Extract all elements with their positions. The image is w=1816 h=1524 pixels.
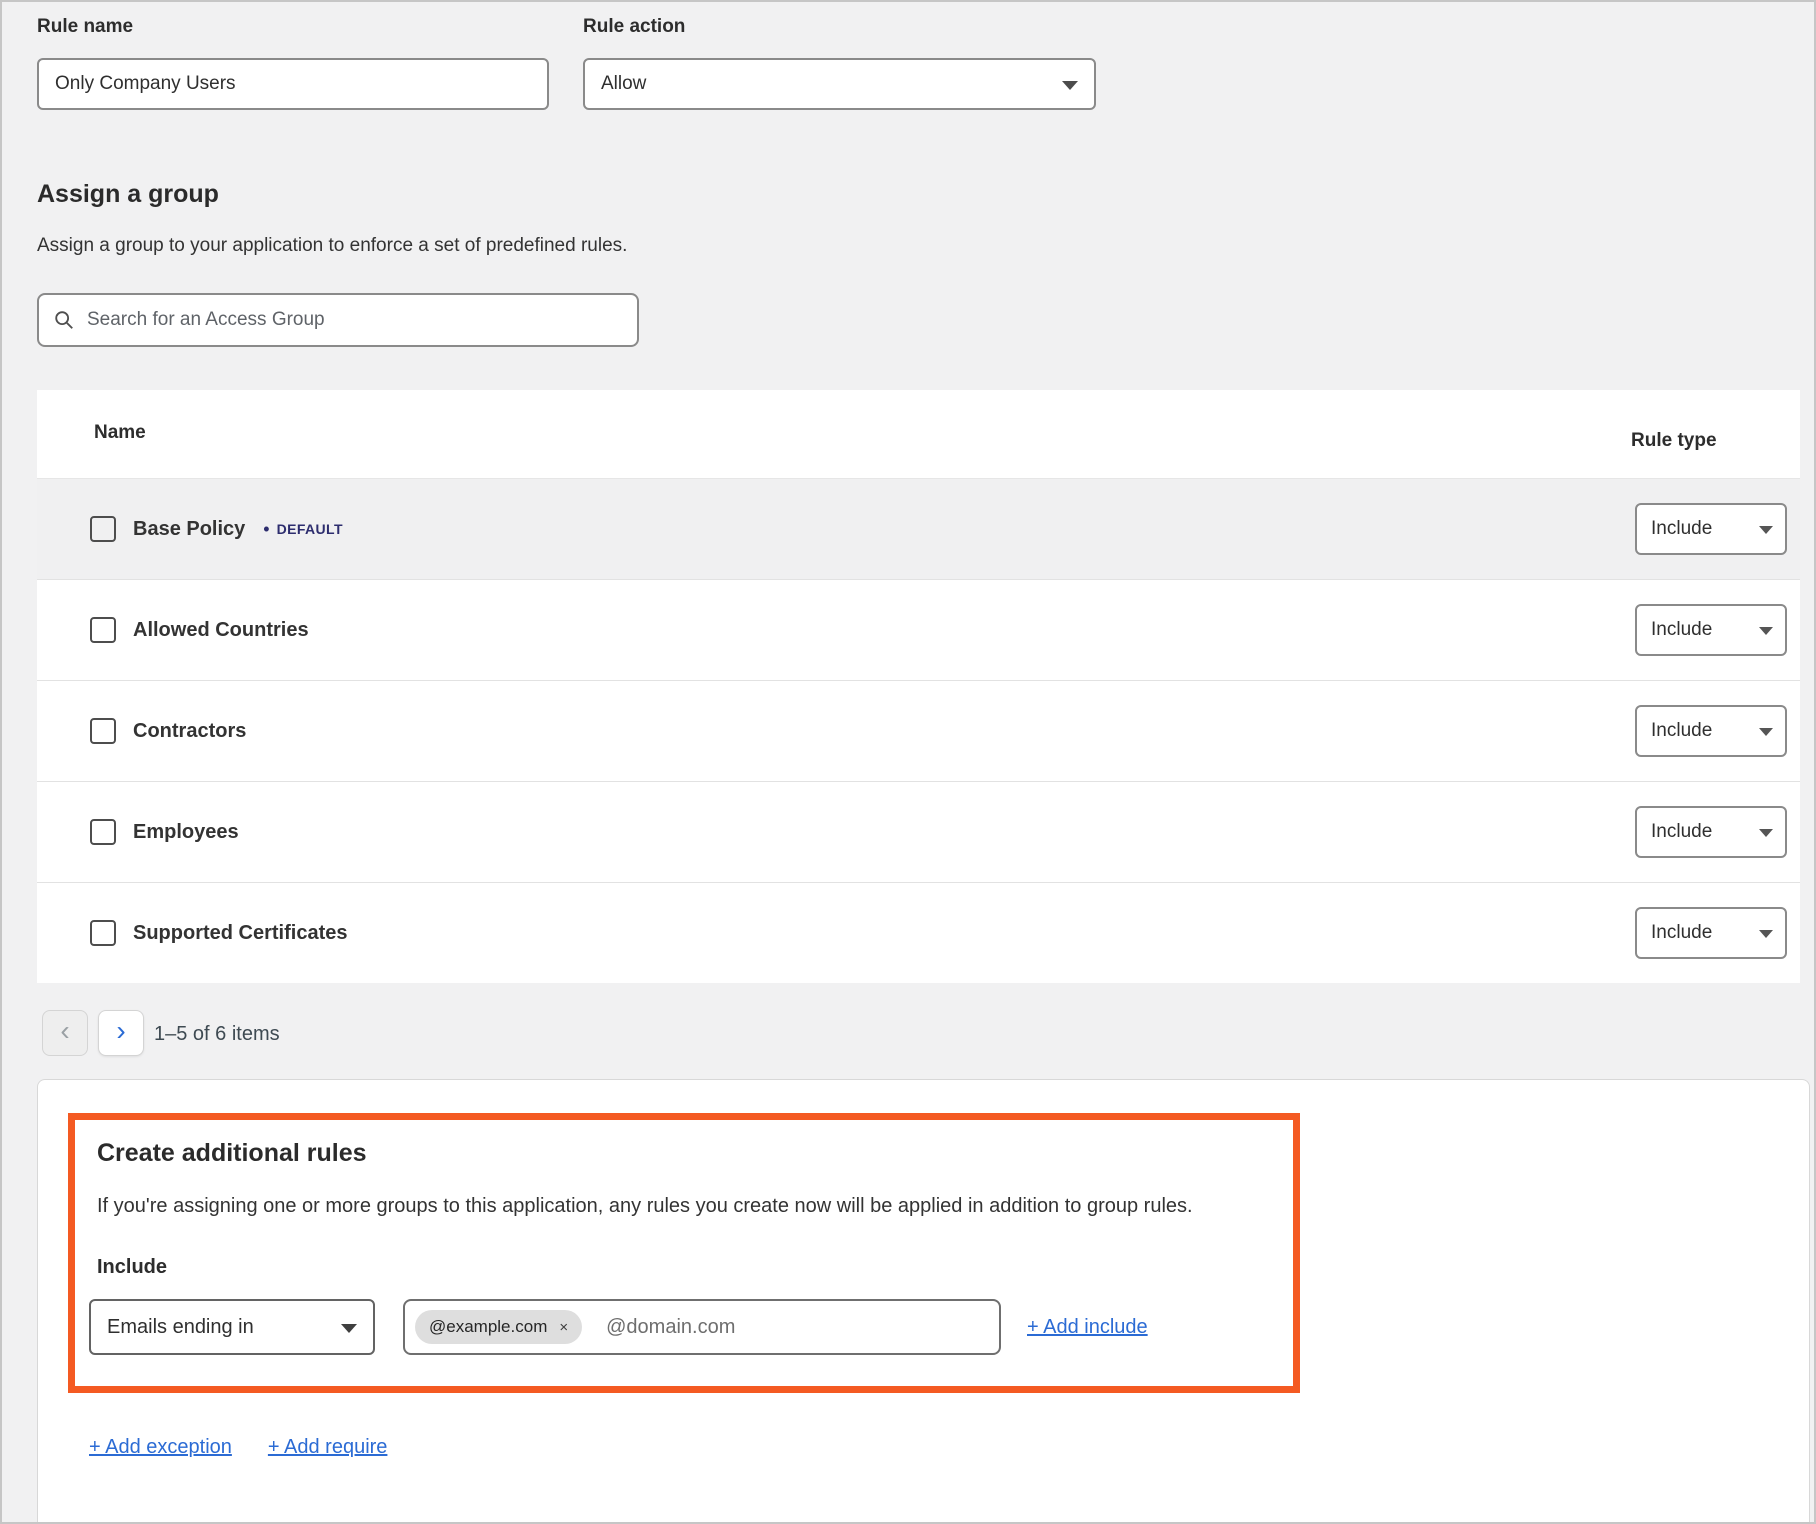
chevron-right-icon: › [116,1017,125,1045]
row-name: Allowed Countries [133,619,309,642]
rule-type-value: Include [1651,720,1712,742]
pagination-prev-button[interactable]: ‹ [42,1010,88,1056]
row-name: Employees [133,821,239,844]
group-table: Name Rule type Base Policy • DEFAULT Inc… [37,390,1800,983]
row-checkbox[interactable] [90,819,116,845]
rule-type-select[interactable]: Include [1635,907,1787,959]
chip-remove-icon[interactable]: × [559,1319,568,1336]
table-row: Allowed Countries Include [37,579,1800,680]
rule-type-select[interactable]: Include [1635,604,1787,656]
rule-type-select[interactable]: Include [1635,503,1787,555]
email-tag-value: @example.com [429,1317,547,1337]
table-row: Supported Certificates Include [37,882,1800,983]
rule-action-value: Allow [601,73,646,95]
email-input-placeholder: @domain.com [606,1316,735,1339]
access-group-search-input[interactable] [87,309,623,331]
column-header-rule-type: Rule type [1631,430,1717,452]
chevron-down-icon [1062,81,1078,90]
match-type-select[interactable]: Emails ending in [89,1299,375,1355]
create-additional-rules-heading: Create additional rules [97,1139,367,1168]
rule-action-label: Rule action [583,16,685,38]
default-badge: • DEFAULT [263,520,343,538]
badge-label: DEFAULT [277,521,343,537]
chevron-down-icon [341,1324,357,1333]
include-label: Include [97,1256,167,1279]
match-type-value: Emails ending in [107,1316,254,1339]
table-row: Base Policy • DEFAULT Include [37,478,1800,579]
chevron-down-icon [1759,829,1773,837]
row-checkbox[interactable] [90,920,116,946]
footer-links: + Add exception + Add require [89,1436,387,1459]
add-exception-link[interactable]: + Add exception [89,1436,232,1459]
row-checkbox[interactable] [90,718,116,744]
assign-group-description: Assign a group to your application to en… [37,235,627,257]
rule-name-label: Rule name [37,16,133,38]
include-rule-controls: Emails ending in @example.com × @domain.… [89,1299,1148,1355]
row-checkbox[interactable] [90,516,116,542]
chevron-down-icon [1759,526,1773,534]
add-include-link[interactable]: + Add include [1027,1316,1148,1339]
access-rule-page: Rule name Rule action Allow Assign a gro… [0,0,1816,1524]
table-body: Base Policy • DEFAULT Include Allowed Co… [37,478,1800,983]
add-require-link[interactable]: + Add require [268,1436,388,1459]
search-icon [53,309,75,331]
rule-type-value: Include [1651,518,1712,540]
row-name: Contractors [133,720,246,743]
highlight-box: Create additional rules If you're assign… [68,1113,1300,1393]
rule-action-select[interactable]: Allow [583,58,1096,110]
rule-type-value: Include [1651,619,1712,641]
additional-rules-card: Create additional rules If you're assign… [37,1079,1810,1524]
table-row: Contractors Include [37,680,1800,781]
row-name: Supported Certificates [133,922,347,945]
access-group-search[interactable] [37,293,639,347]
rule-type-value: Include [1651,922,1712,944]
row-checkbox[interactable] [90,617,116,643]
email-tag-input[interactable]: @example.com × @domain.com [403,1299,1001,1355]
pagination-next-button[interactable]: › [98,1010,144,1056]
email-tag-chip: @example.com × [415,1310,582,1344]
rule-type-value: Include [1651,821,1712,843]
chevron-left-icon: ‹ [60,1017,69,1045]
chevron-down-icon [1759,627,1773,635]
rule-name-input[interactable] [37,58,549,110]
chevron-down-icon [1759,930,1773,938]
table-row: Employees Include [37,781,1800,882]
pagination-summary: 1–5 of 6 items [154,1023,280,1046]
row-name: Base Policy [133,518,245,541]
assign-group-heading: Assign a group [37,180,219,209]
table-header: Name Rule type [37,390,1800,478]
chevron-down-icon [1759,728,1773,736]
badge-dot-icon: • [263,520,269,538]
rule-type-select[interactable]: Include [1635,705,1787,757]
additional-rules-description: If you're assigning one or more groups t… [97,1195,1193,1218]
rule-type-select[interactable]: Include [1635,806,1787,858]
column-header-name: Name [94,422,146,444]
